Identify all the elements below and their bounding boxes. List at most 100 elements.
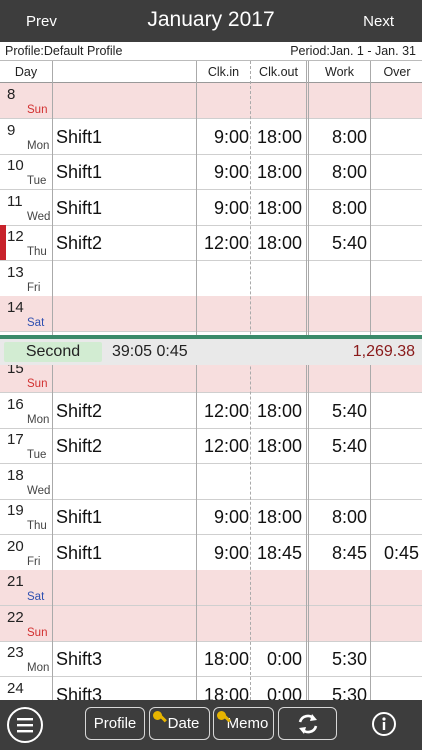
weekday-label: Mon [27,139,50,152]
work-time: 8:00 [331,197,367,218]
work-time: 5:40 [331,233,367,253]
over-time: 0:45 [383,542,419,563]
date-button-label: Date [167,715,200,732]
weekday-label: Sun [27,104,48,116]
day-number: 20 [7,537,24,555]
weekday-label: Sun [27,378,48,390]
shift-name: Shift1 [56,126,103,147]
column-divider [250,61,251,700]
weekday-label: Tue [27,449,47,461]
clock-in-time: 9:00 [213,126,249,147]
shift-name: Shift3 [56,649,103,669]
table-row[interactable]: 19 Thu Shift1 9:00 18:00 8:00 [0,499,422,535]
clock-out-time: 18:00 [256,197,302,218]
day-number: 18 [7,466,24,484]
weekday-label: Thu [27,520,47,532]
key-icon [217,711,226,720]
table-row[interactable]: 12 Thu Shift2 12:00 18:00 5:40 [0,225,422,261]
table-row[interactable]: 8 Sun [0,83,422,119]
table-row[interactable]: 16 Mon Shift2 12:00 18:00 5:40 [0,393,422,429]
table-row[interactable]: 14 Sat [0,296,422,332]
column-header: Day Clk.in Clk.out Work Over [0,61,422,83]
weekday-label: Mon [27,662,50,674]
key-icon [153,711,162,720]
shift-name: Shift1 [56,507,103,527]
day-number: 13 [7,263,24,281]
col-work: Work [325,65,354,79]
shift-name: Shift2 [56,400,103,421]
work-time: 5:40 [331,400,367,421]
col-day: Day [14,65,38,79]
col-clock-in: Clk.in [207,65,240,79]
day-number: 17 [7,431,24,448]
clock-in-time: 12:00 [203,436,249,456]
day-number: 19 [7,502,24,519]
table-row[interactable]: 9 Mon Shift1 9:00 18:00 8:00 [0,119,422,155]
memo-button[interactable]: Memo [213,707,274,740]
day-number: 11 [7,192,23,210]
info-icon [382,717,386,730]
menu-button[interactable] [7,707,43,743]
summary-label-badge: Second [4,341,102,362]
day-number: 23 [7,644,24,661]
clock-out-time: 18:45 [256,542,302,563]
clock-in-time: 12:00 [203,233,249,253]
column-divider [52,61,53,700]
day-number: 22 [7,608,24,626]
clock-in-time: 9:00 [213,162,249,182]
day-number: 16 [7,395,24,413]
weekday-label: Mon [27,413,50,426]
next-month-button[interactable]: Next [363,13,394,30]
profile-button[interactable]: Profile [85,707,145,740]
clock-out-time: 18:00 [256,126,302,147]
work-time: 5:30 [331,649,367,669]
day-number: 24 [7,679,24,697]
table-row[interactable]: 10 Tue Shift1 9:00 18:00 8:00 [0,154,422,190]
clock-out-time: 18:00 [256,507,302,527]
table-row[interactable]: 23 Mon Shift3 18:00 0:00 5:30 [0,641,422,677]
week-summary-row: Second 39:05 0:45 1,269.38 [0,334,422,365]
table-row[interactable]: 21 Sat [0,570,422,606]
day-number: 21 [7,573,24,590]
work-time: 8:00 [331,162,367,182]
day-number: 14 [7,299,24,316]
shift-name: Shift1 [56,162,103,182]
day-number: 8 [7,86,16,103]
work-time: 8:00 [331,126,367,147]
weekday-label: Thu [27,246,47,258]
memo-button-label: Memo [226,715,269,732]
column-divider [306,61,309,700]
table-row[interactable]: 18 Wed [0,464,422,500]
weekday-label: Sat [27,317,45,329]
table-row[interactable]: 11 Wed Shift1 9:00 18:00 8:00 [0,190,422,226]
weekday-label: Fri [27,281,41,294]
clock-out-time: 18:00 [256,400,302,421]
table-row[interactable]: 13 Fri [0,261,422,297]
summary-amount: 1,269.38 [352,342,415,360]
hamburger-icon [17,718,33,733]
clock-out-time: 18:00 [256,233,302,253]
refresh-icon [298,714,317,734]
col-clock-out: Clk.out [259,65,298,79]
weekday-label: Sat [27,591,45,603]
work-time: 8:00 [331,507,367,527]
day-number: 9 [7,121,16,139]
table-row[interactable]: 20 Fri Shift1 9:00 18:45 8:45 0:45 [0,535,422,571]
info-button[interactable] [372,712,396,736]
weekday-label: Wed [27,210,51,223]
day-number: 12 [7,228,24,245]
shift-name: Shift1 [56,197,103,218]
clock-out-time: 18:00 [256,436,302,456]
work-time: 5:40 [331,436,367,456]
clock-in-time: 18:00 [203,649,249,669]
weekday-label: Wed [27,484,51,497]
clock-in-time: 9:00 [213,197,249,218]
date-button[interactable]: Date [149,707,210,740]
weekday-label: Sun [27,626,48,639]
work-time: 8:45 [331,542,367,563]
clock-out-time: 18:00 [256,162,302,182]
table-row[interactable]: 22 Sun [0,605,422,642]
sync-button[interactable] [278,707,337,740]
clock-in-time: 9:00 [213,507,249,527]
table-row[interactable]: 17 Tue Shift2 12:00 18:00 5:40 [0,428,422,464]
